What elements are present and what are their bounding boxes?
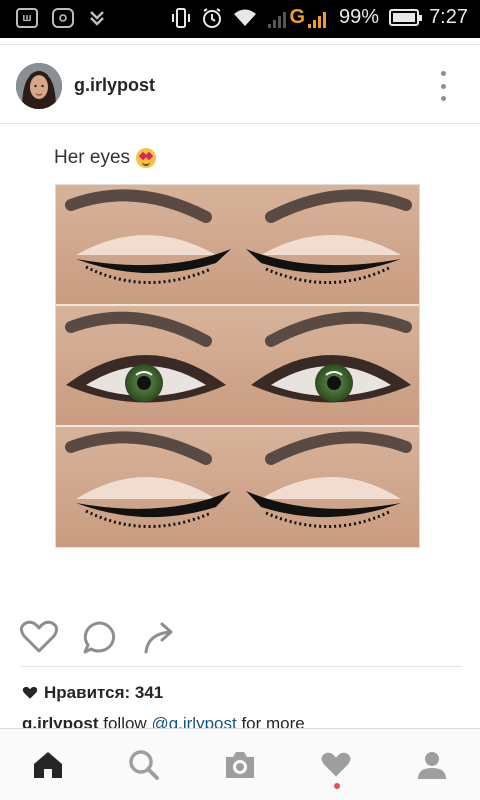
- vibrate-icon: [172, 7, 191, 28]
- post-actions: [0, 610, 480, 666]
- avatar[interactable]: [16, 63, 62, 109]
- status-bar-left: ш: [16, 8, 106, 28]
- share-arrow-icon[interactable]: [142, 620, 178, 656]
- heart-outline-icon[interactable]: [20, 620, 58, 654]
- download-icon: [90, 11, 104, 26]
- instagram-icon: [52, 8, 74, 28]
- more-options-icon[interactable]: [432, 71, 454, 101]
- likes-count: Нравится: 341: [44, 683, 164, 702]
- wifi-icon: [234, 9, 257, 26]
- activity-heart-icon[interactable]: [318, 747, 354, 783]
- clock: 7:27: [429, 6, 468, 28]
- home-icon[interactable]: [30, 747, 66, 783]
- search-icon[interactable]: [126, 747, 162, 783]
- status-bar-right: G 99% 7:27: [171, 6, 468, 29]
- post-username[interactable]: g.irlypost: [74, 75, 155, 96]
- app-w-icon: ш: [16, 8, 38, 28]
- comment-icon[interactable]: [82, 620, 118, 656]
- battery-icon: [389, 9, 423, 26]
- network-type-label: G: [289, 6, 306, 28]
- heart-filled-icon: [22, 686, 38, 699]
- post-header: g.irlypost: [0, 44, 480, 124]
- image-caption: Her eyes: [54, 147, 157, 169]
- profile-icon[interactable]: [414, 747, 450, 783]
- camera-icon[interactable]: [222, 747, 258, 783]
- likes-row[interactable]: Нравится: 341: [22, 683, 163, 703]
- status-bar: ш G 99% 7:27: [0, 0, 480, 38]
- signal-icon: G: [267, 6, 329, 29]
- bottom-nav: [0, 728, 480, 800]
- notification-dot: [334, 783, 340, 789]
- battery-percent: 99%: [339, 6, 380, 28]
- post-image[interactable]: [55, 184, 420, 548]
- image-caption-text: Her eyes: [54, 147, 131, 168]
- actions-divider: [20, 666, 462, 667]
- alarm-icon: [203, 7, 222, 28]
- heart-eyes-emoji-icon: [136, 148, 157, 168]
